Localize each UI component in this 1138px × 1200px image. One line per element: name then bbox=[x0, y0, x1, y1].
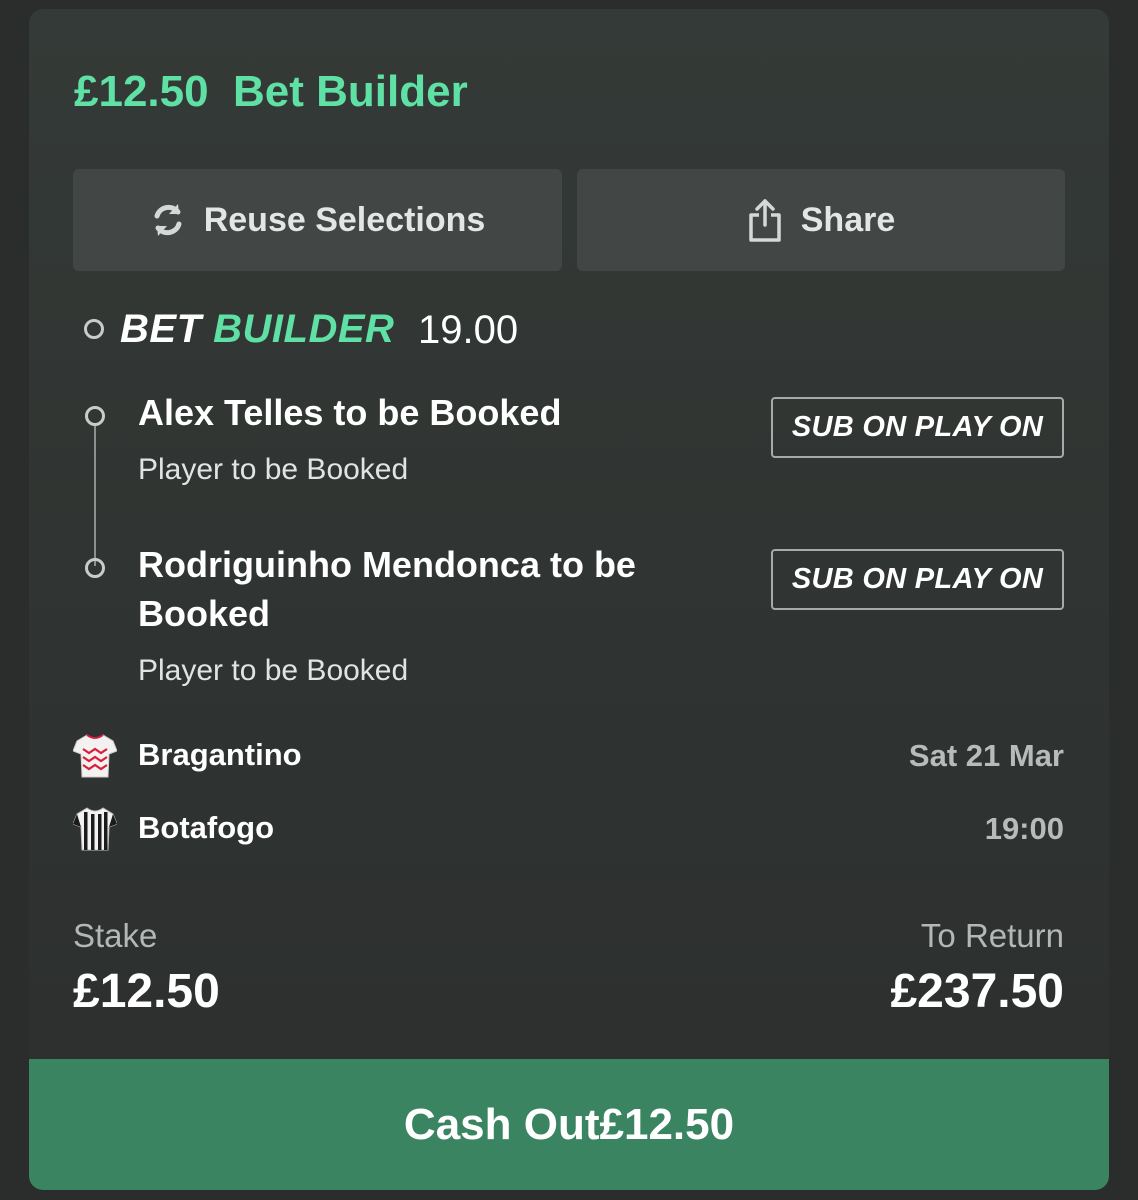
selection-title: Alex Telles to be Booked bbox=[138, 392, 562, 433]
selection-market: Player to be Booked bbox=[138, 453, 409, 486]
sub-on-play-on-button[interactable]: SUB ON PLAY ON bbox=[771, 549, 1064, 610]
match-time: 19:00 bbox=[984, 811, 1064, 846]
to-return-value: £237.50 bbox=[890, 965, 1064, 1018]
botafogo-shirt-icon bbox=[73, 807, 117, 851]
bet-header-title: Bet Builder bbox=[233, 67, 468, 116]
bragantino-shirt-icon bbox=[73, 734, 117, 778]
bet-header: £12.50 Bet Builder bbox=[74, 67, 468, 117]
match-date: Sat 21 Mar bbox=[908, 738, 1064, 773]
share-button[interactable]: Share bbox=[577, 169, 1065, 271]
bet-builder-dot bbox=[84, 319, 104, 339]
cash-out-amount: £12.50 bbox=[599, 1099, 735, 1149]
bet-header-amount: £12.50 bbox=[74, 67, 209, 116]
home-team-name: Bragantino bbox=[138, 737, 302, 772]
refresh-icon bbox=[154, 204, 182, 236]
selection-title: Rodriguinho Mendonca to be Booked bbox=[138, 544, 636, 634]
away-team-name: Botafogo bbox=[138, 810, 275, 845]
selection-connector-line bbox=[94, 424, 96, 566]
sub-on-play-on-button[interactable]: SUB ON PLAY ON bbox=[771, 397, 1064, 458]
bet-builder-odds: 19.00 bbox=[418, 308, 519, 352]
reuse-selections-label: Reuse Selections bbox=[203, 200, 486, 239]
share-label: Share bbox=[800, 200, 896, 239]
bet-builder-logo: BET BUILDER bbox=[120, 307, 395, 351]
reuse-selections-button[interactable]: Reuse Selections bbox=[73, 169, 562, 271]
selection-market: Player to be Booked bbox=[138, 654, 409, 687]
cash-out-label: Cash Out bbox=[403, 1099, 600, 1149]
selection-dot bbox=[85, 406, 105, 426]
to-return-label: To Return bbox=[920, 917, 1064, 954]
bet-card: £12.50 Bet Builder Reuse Selections Shar… bbox=[29, 9, 1109, 1190]
stake-label: Stake bbox=[73, 917, 158, 954]
cash-out-button[interactable]: Cash Out £12.50 bbox=[29, 1059, 1109, 1190]
stake-value: £12.50 bbox=[73, 965, 220, 1018]
selection-dot bbox=[85, 558, 105, 578]
share-icon bbox=[749, 199, 781, 242]
